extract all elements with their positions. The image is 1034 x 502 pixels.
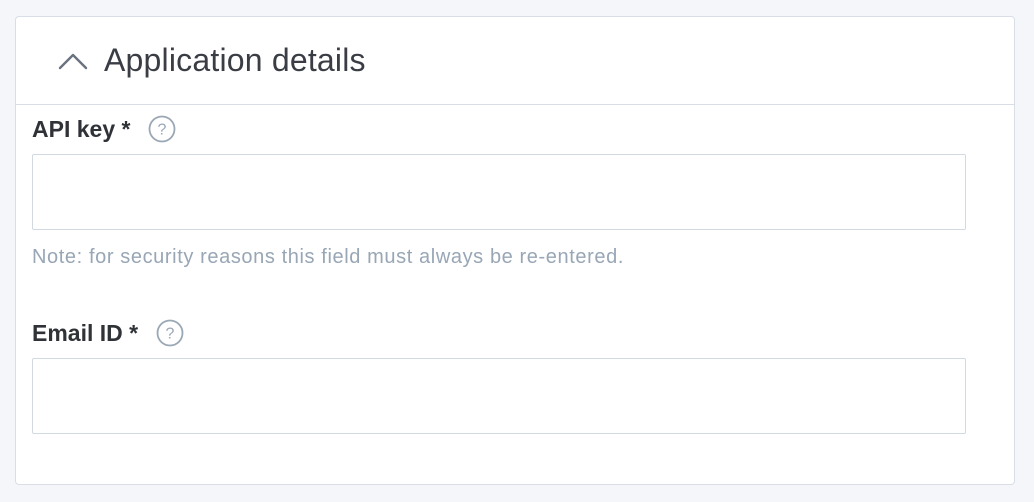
svg-text:?: ? bbox=[158, 122, 167, 139]
svg-text:?: ? bbox=[166, 326, 175, 343]
panel-header-toggle[interactable]: Application details bbox=[16, 17, 1014, 105]
help-question-icon[interactable]: ? bbox=[148, 115, 176, 143]
email-id-label-row: Email ID * ? bbox=[32, 318, 184, 348]
api-key-label-row: API key * ? bbox=[32, 114, 176, 144]
email-id-label: Email ID * bbox=[32, 319, 139, 346]
help-question-icon[interactable]: ? bbox=[156, 319, 184, 347]
api-key-input[interactable] bbox=[32, 154, 966, 230]
email-id-input[interactable] bbox=[32, 358, 966, 434]
api-key-label: API key * bbox=[32, 115, 131, 142]
panel-title: Application details bbox=[104, 42, 366, 78]
chevron-up-icon[interactable] bbox=[56, 51, 90, 71]
api-key-security-note: Note: for security reasons this field mu… bbox=[32, 246, 624, 268]
